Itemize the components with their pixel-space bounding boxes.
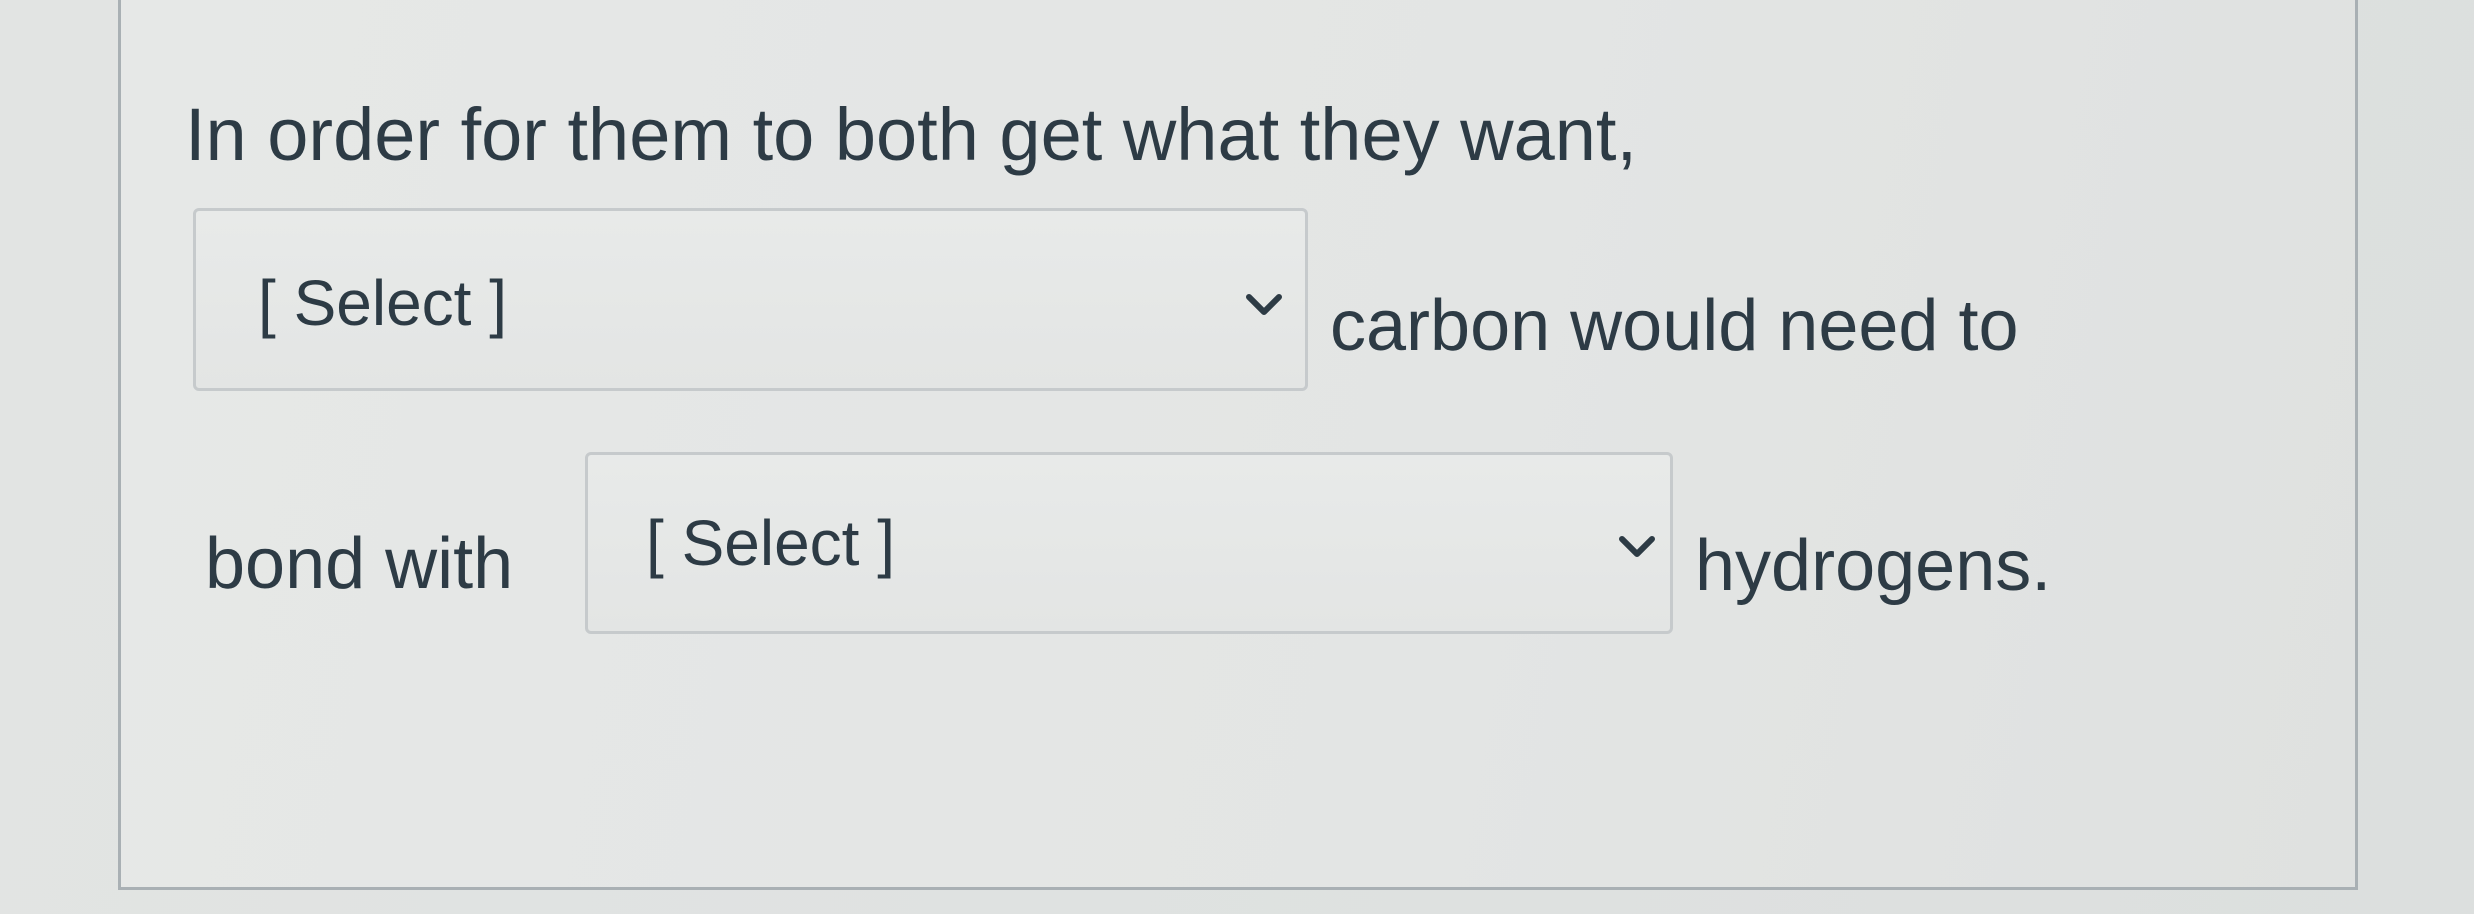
screen: In order for them to both get what they … <box>0 0 2474 914</box>
select-placeholder: [ Select ] <box>646 507 895 579</box>
carbon-count-select[interactable]: [ Select ] <box>193 208 1308 391</box>
question-text-hydrogens: hydrogens. <box>1695 526 2052 606</box>
hydrogen-count-select[interactable]: [ Select ] <box>585 452 1673 634</box>
chevron-down-icon <box>1619 536 1655 557</box>
select-placeholder: [ Select ] <box>258 267 507 339</box>
question-text-bond-with: bond with <box>205 524 514 604</box>
question-text-line-1: In order for them to both get what they … <box>185 93 1638 176</box>
question-text-carbon: carbon would need to <box>1330 286 2019 366</box>
chevron-down-icon <box>1246 294 1282 315</box>
